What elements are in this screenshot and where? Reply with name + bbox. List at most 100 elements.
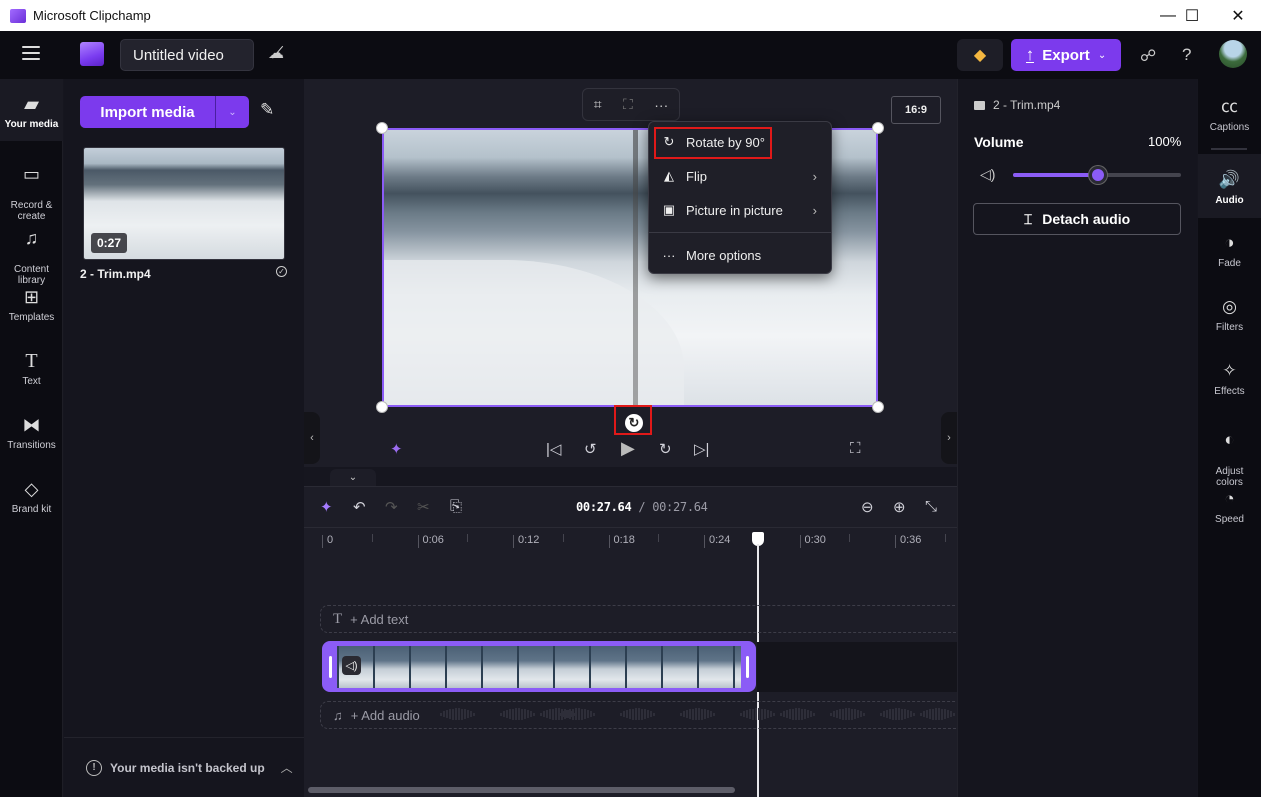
properties-file: 2 - Trim.mp4 <box>974 98 1060 112</box>
rail-item-text[interactable]: T Text <box>0 350 63 387</box>
premium-button[interactable]: ◆ <box>957 39 1003 71</box>
import-media-label[interactable]: Import media <box>80 96 216 128</box>
chevron-up-icon[interactable]: ︿ <box>281 759 293 776</box>
waveform-blob <box>680 706 715 722</box>
waveform-blob <box>440 706 475 722</box>
add-media-icon[interactable]: ⎘ <box>450 498 462 515</box>
skip-to-start-icon[interactable]: |◁ <box>546 440 561 458</box>
crop-icon[interactable]: ⌗ <box>594 96 602 113</box>
menu-item-flip[interactable]: ◭ Flip › <box>649 161 831 191</box>
media-panel: Import media ⌄ ✎ 0:27 2 - Trim.mp4 ✓ <box>64 79 304 797</box>
ruler-tick <box>799 535 801 548</box>
rail-item-adjust-colors[interactable]: ◐ Adjust colors <box>1198 419 1261 488</box>
rail-item-record-create[interactable]: ▭ Record & create <box>0 152 63 222</box>
magic-wand-icon[interactable]: ✎ <box>260 100 274 120</box>
rail-item-effects[interactable]: ✧ Effects <box>1198 361 1261 397</box>
scissors-icon[interactable]: ✂ <box>417 498 430 516</box>
brand-kit-icon: ◇ <box>24 479 39 499</box>
import-dropdown-chevron-icon[interactable]: ⌄ <box>216 96 249 128</box>
ruler-minor-tick <box>371 534 373 542</box>
diamond-icon: ◆ <box>973 47 987 64</box>
skip-to-end-icon[interactable]: ▷| <box>694 440 709 458</box>
waveform-blob <box>880 706 915 722</box>
volume-slider-fill <box>1013 173 1097 177</box>
feedback-icon[interactable]: ☍ <box>1140 46 1156 66</box>
help-icon[interactable]: ? <box>1182 45 1191 65</box>
timeline-ruler[interactable]: 0 0:06 0:12 0:18 0:24 0:30 0:36 <box>304 527 957 551</box>
import-media-button[interactable]: Import media ⌄ <box>80 96 249 128</box>
menu-item-picture-in-picture[interactable]: ▣ Picture in picture › <box>649 195 831 225</box>
rewind-5s-icon[interactable]: ↺ <box>584 440 597 458</box>
media-duration-badge: 0:27 <box>91 233 128 253</box>
aspect-ratio-button[interactable]: 16:9 <box>891 96 941 124</box>
zoom-in-icon[interactable]: ⊕ <box>893 498 906 516</box>
ai-camera-icon[interactable]: ✦ <box>390 440 403 458</box>
resize-handle-top-right[interactable] <box>872 122 884 134</box>
close-button[interactable]: ✕ <box>1215 0 1261 31</box>
text-icon: T <box>25 350 38 372</box>
rail-item-fade[interactable]: ◑ Fade <box>1198 233 1261 269</box>
fullscreen-icon[interactable]: ⛶ <box>850 440 861 457</box>
content-library-icon: ♫ <box>24 228 39 248</box>
fit-icon[interactable]: ⛶ <box>623 96 633 113</box>
ruler-tick <box>417 535 419 548</box>
audio-icon: 🔊 <box>1218 170 1241 189</box>
volume-label: Volume <box>974 134 1024 150</box>
more-options-icon[interactable]: ··· <box>654 97 668 113</box>
resize-handle-bottom-left[interactable] <box>376 401 388 413</box>
project-title-input[interactable]: Untitled video <box>120 39 254 71</box>
rail-item-templates[interactable]: ⊞ Templates <box>0 286 63 323</box>
clip-volume-icon[interactable]: ◁) <box>342 656 361 675</box>
export-button[interactable]: ↑ Export ⌄ <box>1011 39 1121 71</box>
ruler-minor-tick <box>562 534 564 542</box>
ruler-minor-tick <box>658 534 660 542</box>
ai-sparkle-icon[interactable]: ✦ <box>320 498 333 516</box>
flip-icon: ◭ <box>664 168 674 183</box>
rail-item-audio[interactable]: 🔊 Audio <box>1198 154 1261 218</box>
media-thumbnail[interactable]: 0:27 <box>83 147 285 260</box>
clip-trim-handle-right[interactable] <box>746 656 749 678</box>
text-icon: T <box>333 610 343 627</box>
redo-icon[interactable]: ↷ <box>385 498 398 516</box>
cloud-off-icon[interactable]: ☁̸ <box>268 43 292 65</box>
maximize-button[interactable]: ☐ <box>1169 0 1215 31</box>
rail-item-brand-kit[interactable]: ◇ Brand kit <box>0 478 63 515</box>
volume-slider-thumb[interactable] <box>1089 166 1107 184</box>
resize-handle-bottom-right[interactable] <box>872 401 884 413</box>
detach-audio-button[interactable]: ⌶ Detach audio <box>973 203 1181 235</box>
add-text-track[interactable]: T + Add text <box>320 605 960 633</box>
video-track-empty-area <box>757 642 957 692</box>
waveform-blob <box>830 706 865 722</box>
video-clip[interactable]: ◁) <box>322 641 756 692</box>
rail-item-transitions[interactable]: ⧓ Transitions <box>0 414 63 451</box>
forward-5s-icon[interactable]: ↻ <box>659 440 672 458</box>
resize-handle-top-left[interactable] <box>376 122 388 134</box>
clipchamp-logo <box>80 42 104 66</box>
backup-notice-text: Your media isn't backed up <box>110 760 265 775</box>
templates-icon: ⊞ <box>23 287 40 307</box>
play-icon[interactable]: ▶ <box>621 438 635 459</box>
timeline-collapse-tab[interactable]: ⌄ <box>330 469 376 486</box>
rail-item-content-library[interactable]: ♫ Content library <box>0 216 63 286</box>
menu-icon[interactable] <box>22 46 40 60</box>
rail-item-captions[interactable]: ㏄ Captions <box>1198 97 1261 133</box>
timeline-horizontal-scrollbar[interactable] <box>308 787 735 793</box>
menu-item-more-options[interactable]: ··· More options <box>649 240 831 270</box>
ruler-tick <box>322 535 323 548</box>
zoom-out-icon[interactable]: ⊖ <box>861 498 874 516</box>
speed-icon: ◔ <box>1224 489 1235 508</box>
window-title: Microsoft Clipchamp <box>33 8 151 23</box>
rail-item-your-media[interactable]: ▰ Your media <box>0 79 63 141</box>
undo-icon[interactable]: ↶ <box>353 498 366 516</box>
picture-in-picture-icon: ▣ <box>662 202 676 217</box>
user-avatar[interactable] <box>1219 40 1247 68</box>
highlight-box-rotate-menu <box>654 127 772 159</box>
ruler-tick-label: 0:06 <box>422 534 444 546</box>
rail-item-speed[interactable]: ◔ Speed <box>1198 489 1261 525</box>
rail-item-filters[interactable]: ◎ Filters <box>1198 297 1261 333</box>
backup-notice[interactable]: ! Your media isn't backed up ︿ <box>64 737 304 797</box>
fit-timeline-icon[interactable]: ⤡ <box>925 498 937 515</box>
ruler-minor-tick <box>849 534 851 542</box>
info-icon: ! <box>86 759 102 776</box>
clip-trim-handle-left[interactable] <box>329 656 332 678</box>
